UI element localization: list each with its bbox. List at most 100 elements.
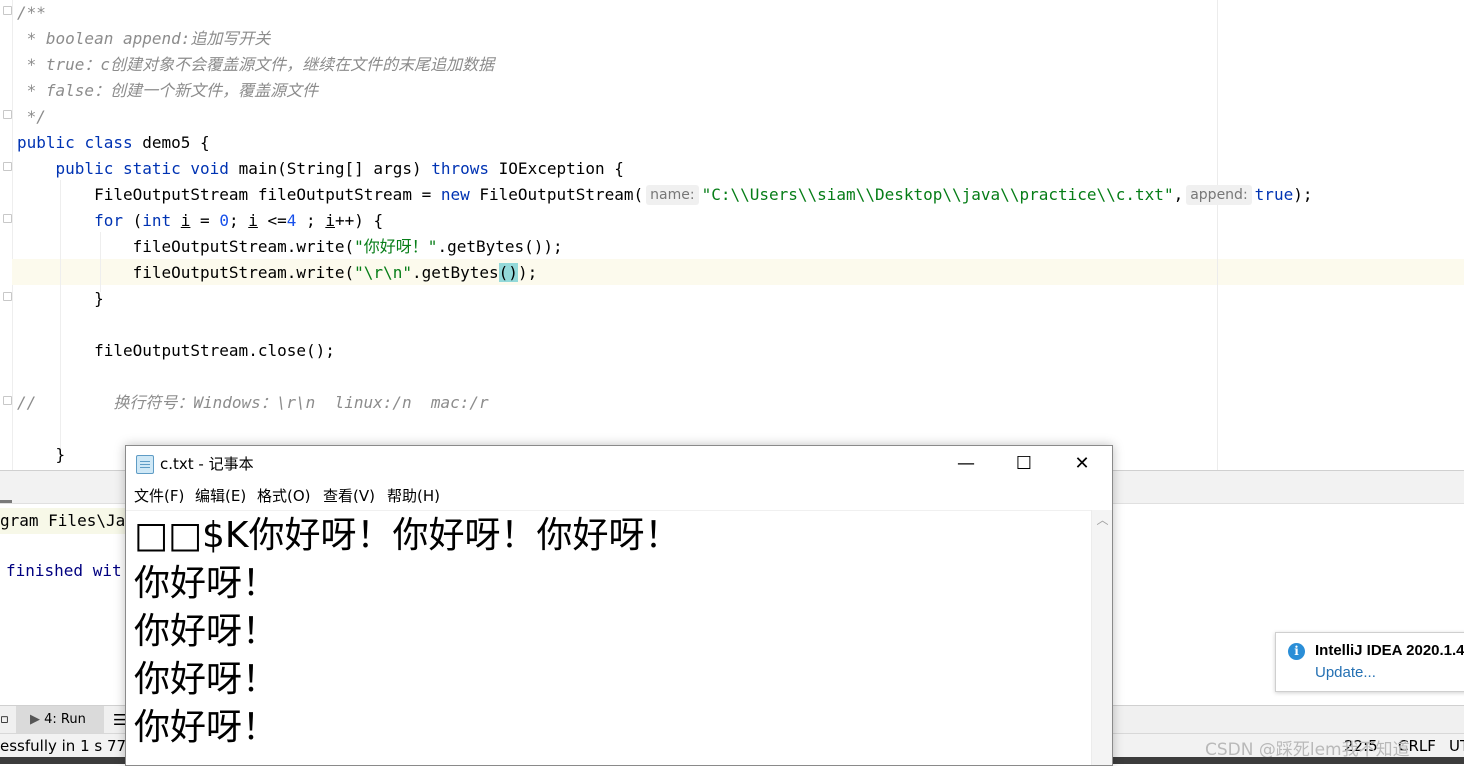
code-token: * true：c创建对象不会覆盖源文件，继续在文件的末尾追加数据: [17, 55, 495, 74]
notepad-title: c.txt - 记事本: [160, 455, 254, 473]
code-token: fileOutputStream.write(: [17, 263, 355, 282]
menu-format[interactable]: 格式(O): [257, 482, 311, 510]
notepad-titlebar[interactable]: c.txt - 记事本 — ☐ ✕: [126, 446, 1112, 482]
code-token: "你好呀！": [354, 237, 438, 256]
code-line[interactable]: }: [17, 442, 66, 468]
code-line[interactable]: fileOutputStream.write("你好呀！".getBytes()…: [17, 234, 563, 260]
code-token: i: [248, 211, 258, 230]
code-token: public: [55, 159, 114, 178]
code-token: FileOutputStream fileOutputStream =: [17, 185, 441, 204]
code-token: .getBytes());: [437, 237, 563, 256]
fold-marker-icon[interactable]: [3, 396, 12, 405]
parameter-hint: name:: [646, 185, 699, 205]
scroll-up-icon[interactable]: ︿: [1092, 510, 1112, 530]
code-token: (: [122, 211, 143, 230]
code-line[interactable]: public static void main(String[] args) t…: [17, 156, 624, 182]
run-output-command: gram Files\Ja: [0, 508, 128, 534]
tool-tab-partial[interactable]: ▫: [0, 706, 9, 734]
text-line: □□$K你好呀！你好呀！你好呀！: [134, 515, 681, 556]
notepad-window[interactable]: c.txt - 记事本 — ☐ ✕ 文件(F) 编辑(E) 格式(O) 查看(V…: [125, 445, 1113, 766]
code-line[interactable]: /**: [17, 0, 46, 26]
minimize-button[interactable]: —: [937, 446, 995, 482]
run-triangle-icon: ▶: [30, 712, 45, 727]
parameter-hint: append:: [1186, 185, 1252, 205]
code-token: (: [498, 263, 509, 282]
code-token: int: [142, 211, 172, 230]
notepad-menubar: 文件(F) 编辑(E) 格式(O) 查看(V) 帮助(H): [126, 482, 1112, 511]
code-token: /**: [17, 3, 46, 22]
code-token: * boolean append:追加写开关: [17, 29, 271, 48]
code-token: fileOutputStream.close();: [17, 341, 335, 360]
code-line[interactable]: FileOutputStream fileOutputStream = new …: [17, 182, 1312, 208]
code-token: =: [190, 211, 220, 230]
code-line[interactable]: * false：创建一个新文件，覆盖源文件: [17, 78, 318, 104]
code-line[interactable]: * true：c创建对象不会覆盖源文件，继续在文件的末尾追加数据: [17, 52, 494, 78]
update-notification[interactable]: i IntelliJ IDEA 2020.1.4 Update...: [1275, 632, 1464, 692]
code-token: ;: [228, 211, 249, 230]
code-line[interactable]: fileOutputStream.close();: [17, 338, 335, 364]
code-token: class: [84, 133, 133, 152]
code-token: throws: [431, 159, 490, 178]
code-token: i: [180, 211, 191, 230]
menu-help[interactable]: 帮助(H): [387, 482, 440, 510]
code-token: fileOutputStream.write(: [17, 237, 355, 256]
code-token: <=: [257, 211, 287, 230]
notepad-text-area[interactable]: □□$K你好呀！你好呀！你好呀！ 你好呀！ 你好呀！ 你好呀！ 你好呀！: [126, 510, 1091, 765]
collapse-icon[interactable]: [0, 500, 12, 503]
text-line: 你好呀！: [134, 707, 279, 748]
code-token: demo5 {: [132, 133, 210, 152]
close-button[interactable]: ✕: [1053, 446, 1111, 482]
code-line[interactable]: // 换行符号：Windows：\r\n linux:/n mac:/r: [17, 390, 489, 416]
code-token: i: [325, 211, 335, 230]
code-token: new: [440, 185, 470, 204]
run-output-finished: finished wit: [6, 561, 122, 580]
notepad-icon: [136, 455, 154, 474]
code-token: void: [190, 159, 229, 178]
fold-marker-icon[interactable]: [3, 6, 12, 15]
file-encoding[interactable]: UT: [1449, 734, 1464, 758]
code-token: 0: [219, 211, 229, 230]
code-editor[interactable]: /** * boolean append:追加写开关 * true：c创建对象不…: [0, 0, 1464, 470]
code-token: FileOutputStream(: [469, 185, 644, 204]
tool-tab-run[interactable]: ▶ 4: Run: [16, 706, 104, 734]
fold-marker-icon[interactable]: [3, 110, 12, 119]
update-link[interactable]: Update...: [1315, 664, 1376, 681]
maximize-button[interactable]: ☐: [995, 446, 1053, 482]
fold-marker-icon[interactable]: [3, 214, 12, 223]
code-token: ): [508, 263, 518, 282]
code-token: }: [17, 289, 104, 308]
code-token: "\r\n": [354, 263, 412, 282]
code-token: 4: [286, 211, 297, 230]
code-token: // 换行符号：Windows：\r\n linux:/n mac:/r: [17, 393, 489, 412]
fold-marker-icon[interactable]: [3, 162, 12, 171]
code-line[interactable]: * boolean append:追加写开关: [17, 26, 271, 52]
code-line[interactable]: for (int i = 0; i <=4 ; i++) {: [17, 208, 383, 234]
code-token: */: [17, 107, 46, 126]
code-line[interactable]: */: [17, 104, 46, 130]
menu-edit[interactable]: 编辑(E): [195, 482, 246, 510]
text-line: 你好呀！: [134, 563, 279, 604]
code-token: );: [517, 263, 538, 282]
code-line[interactable]: fileOutputStream.write("\r\n".getBytes()…: [17, 260, 537, 286]
menu-view[interactable]: 查看(V): [323, 482, 375, 510]
fold-marker-icon[interactable]: [3, 292, 12, 301]
vertical-scrollbar[interactable]: ︿: [1091, 510, 1112, 765]
editor-gutter: [0, 0, 13, 470]
info-icon: i: [1288, 643, 1305, 660]
code-token: true: [1254, 185, 1294, 204]
code-token: static: [122, 159, 181, 178]
code-token: for: [94, 211, 123, 230]
code-token: public: [17, 133, 75, 152]
code-line[interactable]: }: [17, 286, 104, 312]
code-token: "C:\\Users\\siam\\Desktop\\java\\practic…: [701, 185, 1174, 204]
code-token: * false：创建一个新文件，覆盖源文件: [17, 81, 319, 100]
code-line[interactable]: public class demo5 {: [17, 130, 210, 156]
status-message: essfully in 1 s 778: [0, 737, 136, 755]
menu-file[interactable]: 文件(F): [134, 482, 184, 510]
tool-tab-run-label: 4: Run: [44, 712, 86, 727]
